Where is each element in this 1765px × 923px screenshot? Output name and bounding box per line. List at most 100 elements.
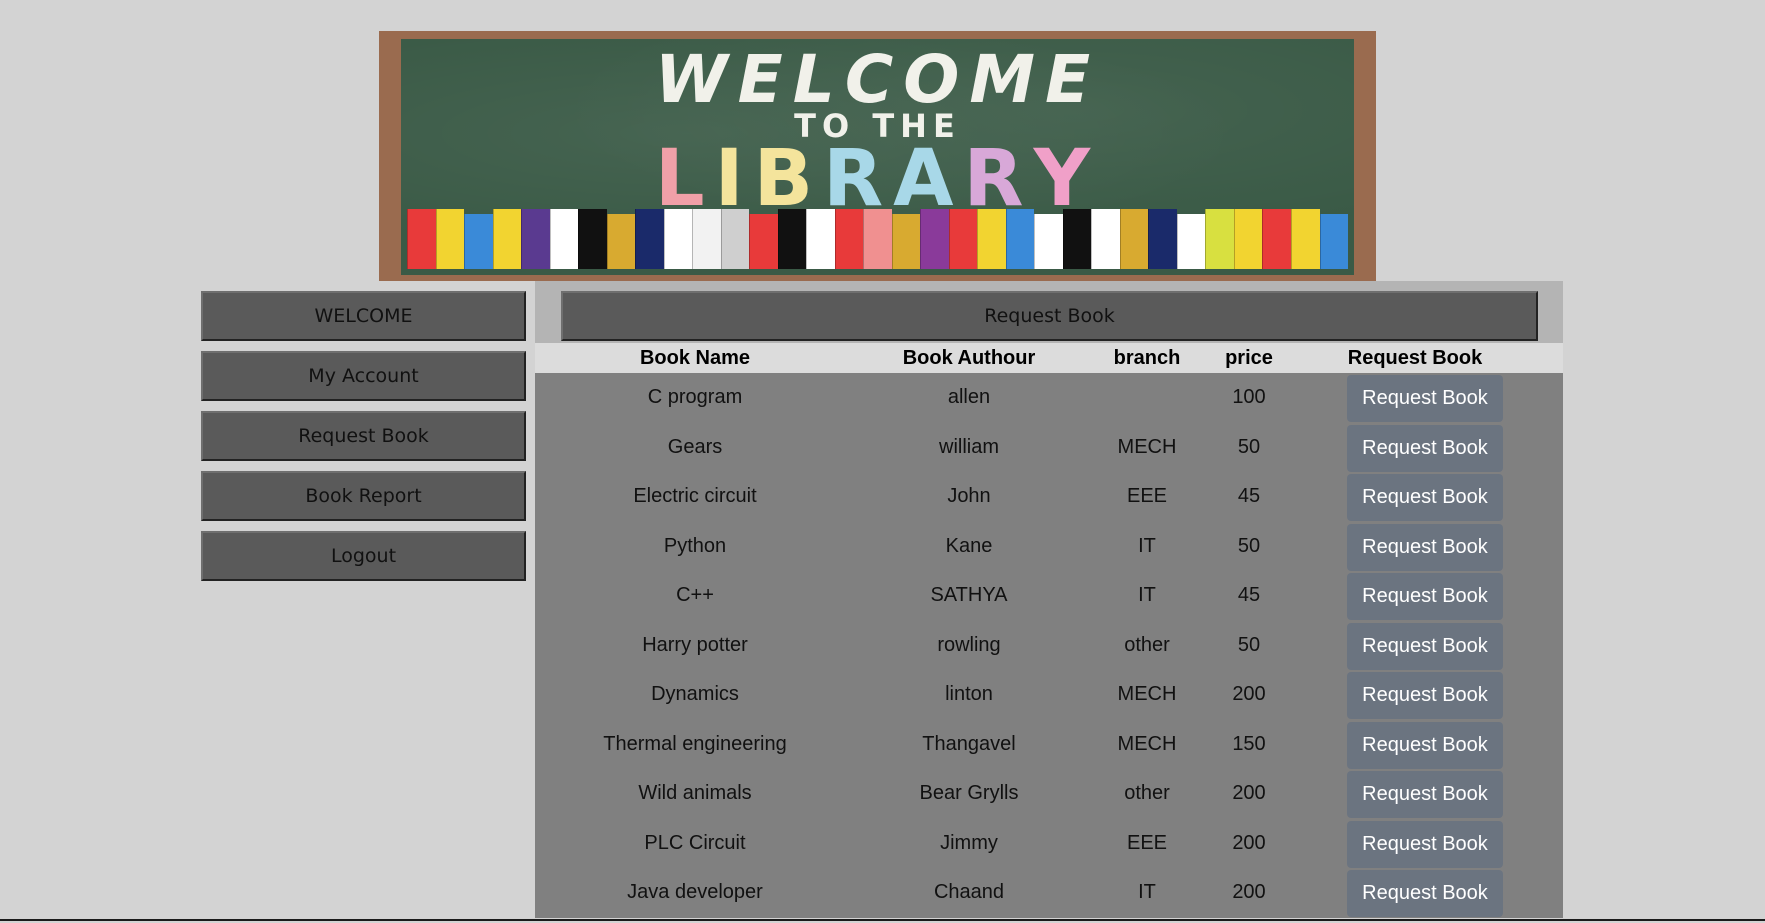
- table-row: C++ SATHYA IT 45 Request Book: [535, 572, 1563, 622]
- branch-cell: other: [1124, 633, 1170, 656]
- table-row: C program allen 100 Request Book: [535, 374, 1563, 424]
- price-cell: 100: [1232, 386, 1266, 408]
- request-book-button[interactable]: Request Book: [1347, 870, 1503, 917]
- shelf-book: [492, 209, 522, 269]
- sidebar-item-logout[interactable]: Logout: [201, 531, 526, 581]
- book-name-cell: C program: [647, 386, 743, 408]
- book-author-cell: Thangavel: [922, 732, 1016, 755]
- table-row: PLC Circuit Jimmy EEE 200 Request Book: [535, 820, 1563, 870]
- shelf-book: [435, 209, 465, 269]
- shelf-book: [578, 209, 607, 269]
- branch-cell: IT: [1138, 584, 1156, 606]
- column-header-request-book: Request Book: [1347, 347, 1483, 369]
- request-book-button[interactable]: Request Book: [1347, 672, 1503, 719]
- price-cell: 200: [1232, 831, 1266, 854]
- branch-cell: IT: [1138, 534, 1156, 557]
- shelf-book: [1205, 209, 1234, 269]
- shelf-book: [606, 213, 636, 269]
- shelf-book: [863, 209, 892, 269]
- price-cell: 50: [1237, 633, 1261, 656]
- book-author-cell: Jimmy: [940, 831, 998, 854]
- shelf-book: [806, 209, 835, 269]
- book-name-cell: Gears: [667, 435, 723, 458]
- book-name-cell: PLC Circuit: [644, 831, 746, 854]
- price-cell: 50: [1237, 435, 1261, 458]
- shelf-book: [720, 209, 750, 269]
- branch-cell: other: [1124, 782, 1170, 804]
- price-cell: 200: [1232, 683, 1266, 705]
- shelf-book: [1091, 209, 1120, 269]
- table-row: Java developer Chaand IT 200 Request Book: [535, 869, 1563, 918]
- shelf-book: [1034, 213, 1063, 269]
- book-author-cell: Kane: [945, 534, 993, 557]
- shelf-book: [1005, 209, 1035, 269]
- request-book-button[interactable]: Request Book: [1347, 474, 1503, 521]
- request-book-button[interactable]: Request Book: [1347, 820, 1503, 868]
- page: WELCOME TO THE LIBRARY WELCOME My Accoun…: [0, 0, 1765, 923]
- shelf-book: [1233, 209, 1263, 269]
- request-book-button[interactable]: Request Book: [1347, 573, 1503, 620]
- book-author-cell: Chaand: [933, 881, 1005, 903]
- shelf-book: [1062, 209, 1092, 269]
- shelf-book: [407, 209, 436, 269]
- branch-cell: MECH: [1117, 683, 1177, 705]
- column-header-book-author: Book Authour: [902, 347, 1036, 369]
- column-header-book-name: Book Name: [639, 347, 751, 369]
- book-name-cell: Dynamics: [651, 683, 739, 705]
- price-cell: 45: [1237, 485, 1261, 507]
- shelf-book: [777, 209, 807, 269]
- shelf-book: [1319, 213, 1349, 269]
- request-book-button[interactable]: Request Book: [1347, 622, 1503, 670]
- column-header-price: price: [1225, 347, 1273, 369]
- sidebar-item-book-report[interactable]: Book Report: [201, 471, 526, 521]
- sidebar-item-request-book[interactable]: Request Book: [201, 411, 526, 461]
- table-row: Electric circuit John EEE 45 Request Book: [535, 473, 1563, 523]
- book-author-cell: linton: [945, 683, 993, 705]
- price-cell: 200: [1232, 881, 1266, 903]
- table-header-row: Book Name Book Authour branch price Requ…: [535, 343, 1563, 373]
- request-book-button[interactable]: Request Book: [1347, 424, 1503, 472]
- branch-cell: EEE: [1126, 831, 1168, 854]
- shelf-book: [749, 213, 778, 269]
- book-name-cell: Python: [663, 534, 727, 557]
- shelf-book: [977, 209, 1006, 269]
- book-author-cell: Bear Grylls: [919, 782, 1019, 804]
- request-book-button[interactable]: Request Book: [1347, 771, 1503, 818]
- sidebar-item-welcome[interactable]: WELCOME: [201, 291, 526, 341]
- book-name-cell: Wild animals: [638, 782, 752, 804]
- book-author-cell: rowling: [937, 633, 1001, 656]
- price-cell: 50: [1237, 534, 1261, 557]
- shelf-book: [1176, 213, 1206, 269]
- book-name-cell: Thermal engineering: [603, 732, 787, 755]
- branch-cell: IT: [1138, 881, 1156, 903]
- request-book-button[interactable]: Request Book: [1347, 375, 1503, 422]
- library-banner: WELCOME TO THE LIBRARY: [379, 31, 1376, 281]
- shelf-book: [635, 209, 664, 269]
- price-cell: 45: [1237, 584, 1261, 606]
- request-book-button[interactable]: Request Book: [1347, 721, 1503, 769]
- branch-cell: EEE: [1126, 485, 1168, 507]
- table-row: Wild animals Bear Grylls other 200 Request B…: [535, 770, 1563, 820]
- table-row: Harry potter rowling other 50 Request Book: [535, 622, 1563, 672]
- sidebar-item-my-account[interactable]: My Account: [201, 351, 526, 401]
- shelf-book: [464, 213, 493, 269]
- shelf-book: [521, 209, 550, 269]
- shelf-book: [891, 213, 921, 269]
- table-row: Dynamics linton MECH 200 Request Book: [535, 671, 1563, 721]
- request-book-button[interactable]: Request Book: [1347, 523, 1503, 571]
- branch-cell: MECH: [1117, 435, 1177, 458]
- price-cell: 200: [1232, 782, 1266, 804]
- table-row: Thermal engineering Thangavel MECH 150 Reque…: [535, 721, 1563, 771]
- shelf-book: [1262, 209, 1291, 269]
- book-table-body: C program allen 100 Request Book Gears willia…: [535, 374, 1563, 918]
- shelf-book: [1148, 209, 1177, 269]
- sidebar-nav: WELCOME My Account Request Book Book Rep…: [201, 291, 526, 591]
- panel-header: Request Book Book Name Book Authour bran…: [535, 281, 1563, 373]
- table-row: Gears william MECH 50 Request Book: [535, 424, 1563, 474]
- shelf-book: [948, 209, 978, 269]
- bottom-divider: [0, 919, 1765, 921]
- book-author-cell: allen: [947, 386, 991, 408]
- book-name-cell: C++: [676, 584, 714, 606]
- shelf-book: [692, 209, 721, 269]
- shelf-book: [1119, 209, 1149, 269]
